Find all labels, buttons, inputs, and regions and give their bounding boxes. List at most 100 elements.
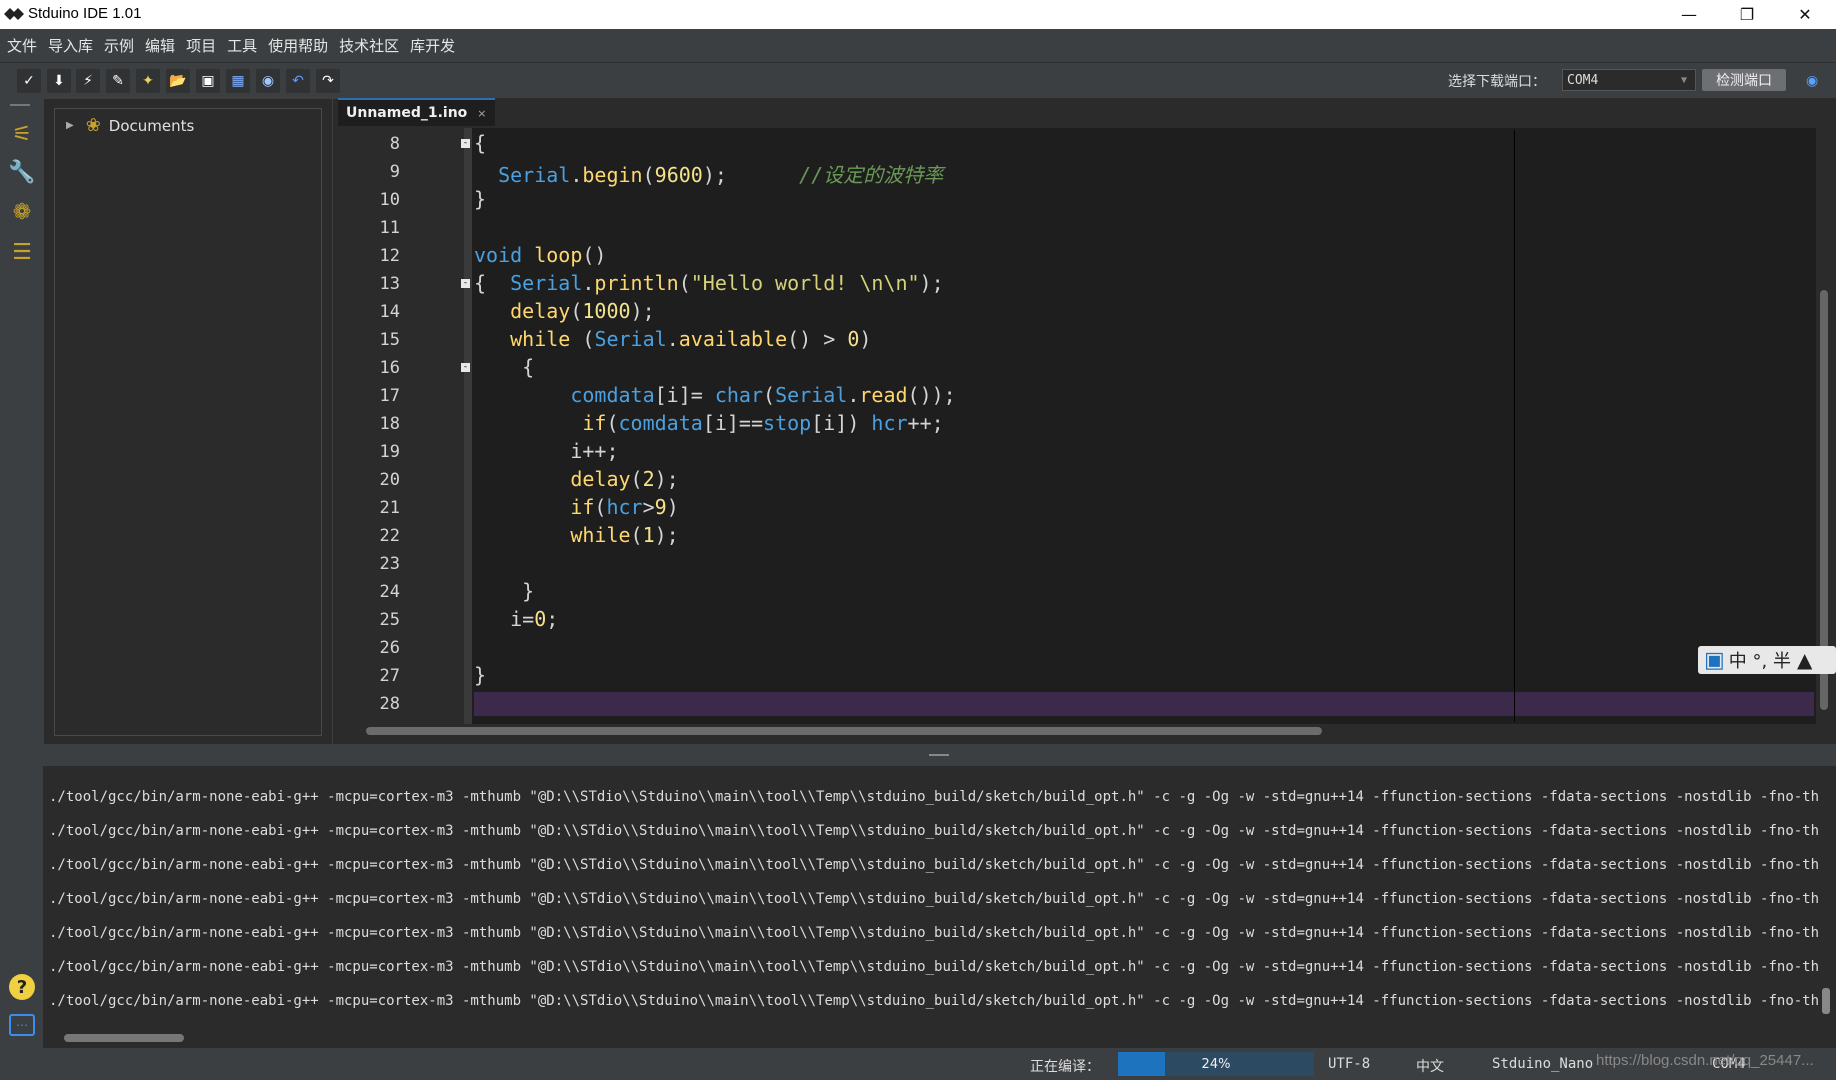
board-label: Stduino_Nano xyxy=(1492,1056,1594,1072)
fold-toggle-icon[interactable]: - xyxy=(461,363,470,372)
menu-bar: 文件 导入库 示例 编辑 项目 工具 使用帮助 技术社区 库开发 xyxy=(0,29,1836,62)
ime-skin-icon[interactable]: ▲ xyxy=(1797,648,1812,672)
code-line: i++; xyxy=(474,439,619,463)
tab-close-icon[interactable]: × xyxy=(477,107,486,120)
line-number: 22 xyxy=(379,526,400,546)
line-number: 18 xyxy=(379,414,400,434)
feedback-icon[interactable]: ⋯ xyxy=(9,1014,35,1036)
line-number: 8 xyxy=(389,134,400,154)
console-line: ./tool/gcc/bin/arm-none-eabi-g++ -mcpu=c… xyxy=(49,891,1819,907)
line-number: 25 xyxy=(379,610,400,630)
console-line: ./tool/gcc/bin/arm-none-eabi-g++ -mcpu=c… xyxy=(49,823,1819,839)
menu-community[interactable]: 技术社区 xyxy=(335,35,403,56)
tree-item-documents[interactable]: ▶ ❀ Documents xyxy=(66,115,194,136)
port-select[interactable]: COM4 ▼ xyxy=(1562,69,1696,91)
code-line: void loop() xyxy=(474,243,607,267)
expand-arrow-icon[interactable]: ▶ xyxy=(66,120,74,131)
line-number: 15 xyxy=(379,330,400,350)
ime-mode-icon[interactable]: ▣ xyxy=(1704,648,1725,673)
erase-icon[interactable]: ✎ xyxy=(106,69,130,93)
save-icon[interactable]: ▣ xyxy=(196,69,220,93)
code-line: while(1); xyxy=(570,523,679,547)
code-line: delay(2); xyxy=(570,467,679,491)
folder-icon: ❀ xyxy=(85,115,101,136)
splitter-grip[interactable] xyxy=(929,754,949,756)
save-all-icon[interactable]: ▦ xyxy=(226,69,250,93)
line-number: 10 xyxy=(379,190,400,210)
console-line: ./tool/gcc/bin/arm-none-eabi-g++ -mcpu=c… xyxy=(49,959,1819,975)
fold-toggle-icon[interactable]: - xyxy=(461,139,470,148)
menu-help[interactable]: 使用帮助 xyxy=(264,35,332,56)
console-vertical-scroll-thumb[interactable] xyxy=(1822,988,1830,1014)
eye-icon[interactable]: ◉ xyxy=(1806,73,1818,89)
minimize-icon[interactable]: — xyxy=(1660,0,1718,29)
line-number: 27 xyxy=(379,666,400,686)
tree-item-label: Documents xyxy=(108,116,195,135)
close-icon[interactable]: ✕ xyxy=(1776,0,1834,29)
code-line: { xyxy=(474,355,535,379)
current-line-highlight xyxy=(474,692,1814,716)
line-number: 19 xyxy=(379,442,400,462)
console-line: ./tool/gcc/bin/arm-none-eabi-g++ -mcpu=c… xyxy=(49,925,1819,941)
menu-project[interactable]: 项目 xyxy=(182,35,220,56)
menu-examples[interactable]: 示例 xyxy=(100,35,138,56)
edge-guide-line xyxy=(1514,130,1515,722)
file-tree xyxy=(54,108,322,736)
menu-edit[interactable]: 编辑 xyxy=(141,35,179,56)
line-number: 16 xyxy=(379,358,400,378)
code-line: if(comdata[i]==stop[i]) hcr++; xyxy=(582,411,944,435)
open-folder-icon[interactable]: 📂 xyxy=(166,69,190,93)
encoding-label: UTF-8 xyxy=(1328,1056,1371,1072)
toolbar: ✓ ⬇ ⚡ ✎ ✦ 📂 ▣ ▦ ◉ ↶ ↷ 选择下载端口： COM4 ▼ 检测端口… xyxy=(0,62,1836,99)
left-icon-rail: ⚟ 🔧 ❁ ☰ ? ⋯ xyxy=(0,98,43,1080)
window-title: Stduino IDE 1.01 xyxy=(28,5,142,22)
menu-tools[interactable]: 工具 xyxy=(223,35,261,56)
menu-import-library[interactable]: 导入库 xyxy=(44,35,97,56)
console-horizontal-scroll-thumb[interactable] xyxy=(64,1034,184,1042)
port-select-value: COM4 xyxy=(1567,73,1599,88)
download-icon[interactable]: ⬇ xyxy=(47,69,71,93)
editor-tab-bar xyxy=(338,98,1836,124)
find-icon[interactable]: ◉ xyxy=(256,69,280,93)
code-line: if(hcr>9) xyxy=(570,495,679,519)
line-number: 24 xyxy=(379,582,400,602)
code-line: { xyxy=(474,131,487,155)
menu-library-dev[interactable]: 库开发 xyxy=(406,35,459,56)
port-label: 选择下载端口： xyxy=(1448,74,1546,90)
code-line: { Serial.println("Hello world! \n\n"); xyxy=(474,271,944,295)
verify-icon[interactable]: ✓ xyxy=(17,69,41,93)
line-number: 12 xyxy=(379,246,400,266)
menu-file[interactable]: 文件 xyxy=(3,35,41,56)
detect-port-button[interactable]: 检测端口 xyxy=(1702,69,1786,91)
serial-port-icon[interactable]: ⚟ xyxy=(6,118,38,150)
restore-icon[interactable]: ❐ xyxy=(1718,0,1776,29)
console-splitter[interactable] xyxy=(43,744,1836,766)
line-number: 21 xyxy=(379,498,400,518)
undo-icon[interactable]: ↶ xyxy=(286,69,310,93)
library-icon[interactable]: ☰ xyxy=(6,236,38,268)
console-line: ./tool/gcc/bin/arm-none-eabi-g++ -mcpu=c… xyxy=(49,993,1819,1009)
line-number: 28 xyxy=(379,694,400,714)
code-line: i=0; xyxy=(474,607,559,631)
ime-label: 中 °, 半 xyxy=(1728,651,1791,672)
debug-bug-icon[interactable]: ❁ xyxy=(6,196,38,228)
flash-icon[interactable]: ⚡ xyxy=(76,69,100,93)
fold-toggle-icon[interactable]: - xyxy=(461,279,470,288)
redo-icon[interactable]: ↷ xyxy=(316,69,340,93)
help-icon[interactable]: ? xyxy=(9,974,35,1000)
code-line: comdata[i]= char(Serial.read()); xyxy=(570,383,956,407)
ime-toolbar[interactable]: ▣ 中 °, 半 ▲ xyxy=(1698,646,1836,674)
rail-grip xyxy=(10,104,30,106)
code-line: while (Serial.available() > 0) xyxy=(510,327,872,351)
wrench-icon[interactable]: 🔧 xyxy=(6,156,38,188)
language-label: 中文 xyxy=(1416,1059,1444,1075)
tab-unnamed-1[interactable]: Unnamed_1.ino × xyxy=(338,98,495,126)
code-line: } xyxy=(474,187,487,211)
editor-horizontal-scroll-thumb[interactable] xyxy=(366,727,1322,735)
new-file-icon[interactable]: ✦ xyxy=(136,69,160,93)
line-number: 17 xyxy=(379,386,400,406)
title-bar: Stduino IDE 1.01 — ❐ ✕ xyxy=(0,0,1836,29)
code-line: } xyxy=(474,579,535,603)
code-line: } xyxy=(474,663,487,687)
line-number: 13 xyxy=(379,274,400,294)
